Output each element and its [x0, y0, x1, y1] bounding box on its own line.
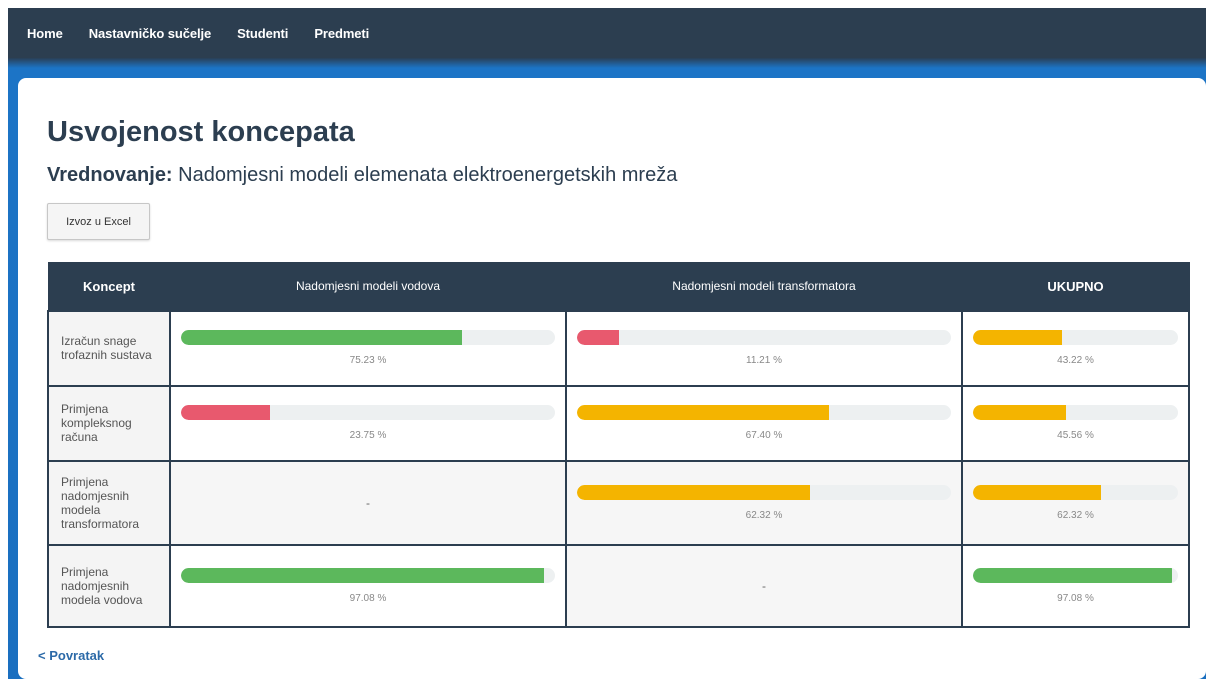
table-row: Primjena nadomjesnih modela vodova 97.08 …: [47, 543, 1190, 628]
back-link[interactable]: < Povratak: [38, 648, 104, 663]
progress-fill: [973, 405, 1067, 420]
concept-name: Izračun snage trofaznih sustava: [47, 309, 171, 387]
table-header-row: Koncept Nadomjesni modeli vodova Nadomje…: [47, 262, 1190, 311]
score-cell: -: [169, 459, 567, 546]
header-transformer-models: Nadomjesni modeli transformatora: [565, 262, 963, 311]
content-card: Usvojenost koncepata Vrednovanje: Nadomj…: [18, 78, 1206, 679]
export-excel-button[interactable]: Izvoz u Excel: [47, 203, 150, 240]
table-row: Primjena kompleksnog računa 23.75 % 67.40 …: [47, 384, 1190, 462]
score-cell: 97.08 %: [961, 543, 1190, 628]
header-total: UKUPNO: [961, 262, 1190, 311]
progress-fill: [973, 330, 1062, 345]
progress-track: [181, 567, 555, 583]
progress-track: [577, 484, 951, 500]
progress-track: [973, 330, 1178, 345]
page-title: Usvojenost koncepata: [47, 116, 355, 148]
nav-subjects[interactable]: Predmeti: [314, 26, 369, 41]
progress-track: [181, 330, 555, 345]
page-subtitle: Vrednovanje: Nadomjesni modeli elemenata…: [47, 164, 677, 187]
top-navbar: Home Nastavničko sučelje Studenti Predme…: [8, 8, 1206, 58]
progress-fill: [181, 330, 463, 345]
progress-track: [973, 567, 1178, 583]
progress-track: [181, 405, 555, 420]
subtitle-label: Vrednovanje:: [47, 164, 173, 186]
progress-track: [577, 330, 951, 345]
empty-value: -: [366, 495, 370, 510]
progress-fill: [973, 567, 1172, 583]
score-cell: 23.75 %: [169, 384, 567, 462]
score-cell: 62.32 %: [565, 459, 963, 546]
score-cell: 67.40 %: [565, 384, 963, 462]
header-concept: Koncept: [47, 262, 171, 311]
progress-fill: [577, 484, 811, 500]
table-row: Izračun snage trofaznih sustava 75.23 % 11…: [47, 309, 1190, 387]
nav-home[interactable]: Home: [27, 26, 63, 41]
score-cell: 43.22 %: [961, 309, 1190, 387]
concept-name: Primjena nadomjesnih modela vodova: [47, 543, 171, 628]
table-body: Izračun snage trofaznih sustava 75.23 % 11…: [47, 309, 1190, 628]
progress-track: [973, 405, 1178, 420]
score-cell: 45.56 %: [961, 384, 1190, 462]
percentage-label: 97.08 %: [349, 592, 387, 604]
percentage-label: 45.56 %: [1057, 430, 1094, 441]
score-cell: -: [565, 543, 963, 628]
concept-table: Koncept Nadomjesni modeli vodova Nadomje…: [47, 262, 1190, 628]
concept-name: Primjena nadomjesnih modela transformato…: [47, 459, 171, 546]
percentage-label: 43.22 %: [1057, 355, 1094, 366]
header-lines-models: Nadomjesni modeli vodova: [169, 262, 567, 311]
empty-value: -: [762, 578, 766, 593]
progress-fill: [577, 330, 619, 345]
percentage-label: 62.32 %: [1057, 509, 1094, 521]
progress-track: [577, 405, 951, 420]
percentage-label: 62.32 %: [745, 509, 783, 521]
browser-frame: Home Nastavničko sučelje Studenti Predme…: [8, 8, 1206, 679]
progress-track: [973, 484, 1178, 500]
score-cell: 62.32 %: [961, 459, 1190, 546]
score-cell: 75.23 %: [169, 309, 567, 387]
table-row: Primjena nadomjesnih modela transformato…: [47, 459, 1190, 546]
score-cell: 97.08 %: [169, 543, 567, 628]
subtitle-value: Nadomjesni modeli elemenata elektroenerg…: [178, 164, 678, 186]
percentage-label: 75.23 %: [349, 355, 387, 366]
nav-teacher-interface[interactable]: Nastavničko sučelje: [89, 26, 211, 41]
percentage-label: 11.21 %: [746, 355, 782, 366]
progress-fill: [181, 405, 270, 420]
progress-fill: [973, 484, 1101, 500]
percentage-label: 23.75 %: [349, 430, 387, 441]
percentage-label: 97.08 %: [1057, 592, 1094, 604]
percentage-label: 67.40 %: [745, 430, 783, 441]
progress-fill: [181, 567, 545, 583]
concept-name: Primjena kompleksnog računa: [47, 384, 171, 462]
nav-students[interactable]: Studenti: [237, 26, 288, 41]
progress-fill: [577, 405, 830, 420]
score-cell: 11.21 %: [565, 309, 963, 387]
